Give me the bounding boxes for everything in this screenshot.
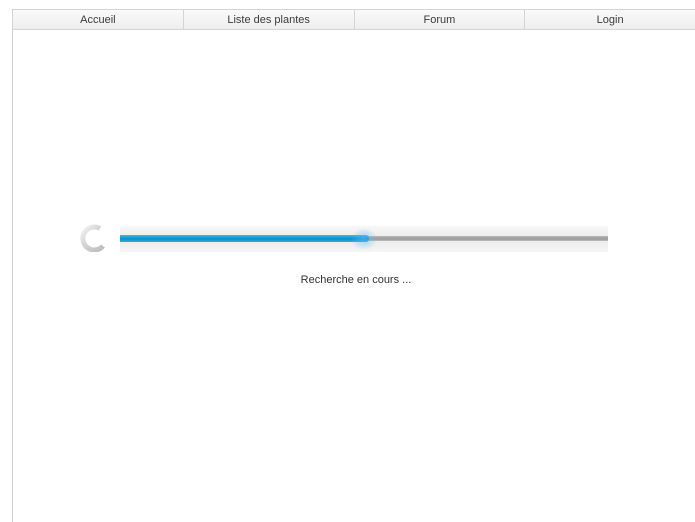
progress-glow (350, 228, 377, 250)
progress-fill (120, 235, 369, 242)
nav-item-forum[interactable]: Forum (355, 10, 526, 29)
top-nav: Accueil Liste des plantes Forum Login (12, 9, 695, 30)
progress-bar (120, 226, 608, 252)
page: Accueil Liste des plantes Forum Login Re… (0, 0, 695, 522)
loading-spinner-icon (78, 222, 108, 253)
nav-item-liste-des-plantes[interactable]: Liste des plantes (184, 10, 355, 29)
nav-item-login[interactable]: Login (525, 10, 695, 29)
search-status-text: Recherche en cours ... (300, 274, 412, 286)
nav-item-accueil[interactable]: Accueil (13, 10, 184, 29)
